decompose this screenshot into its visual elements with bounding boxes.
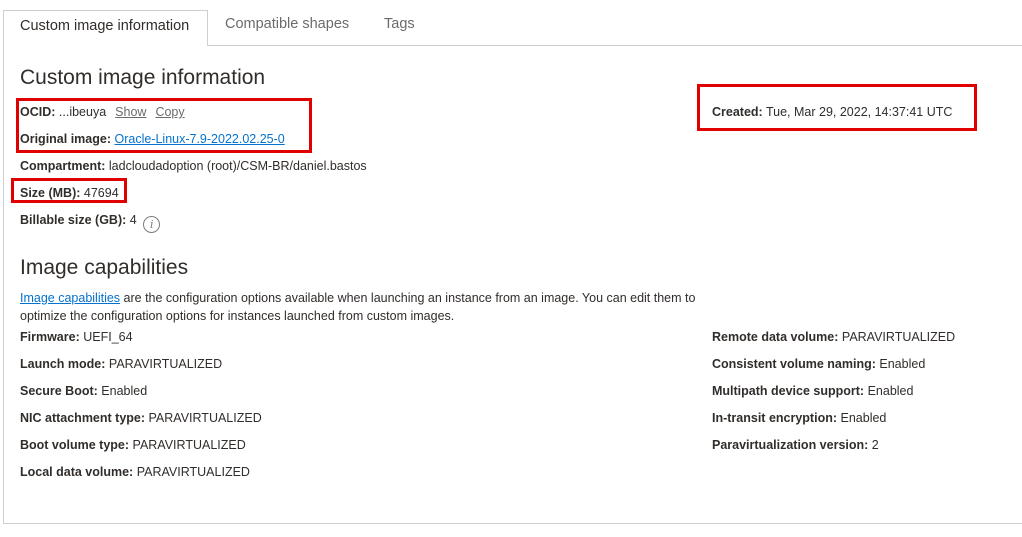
capability-secure-boot: Secure Boot: Enabled: [20, 383, 147, 399]
capability-label: In-transit encryption:: [712, 411, 838, 425]
tab-tags[interactable]: Tags: [384, 16, 415, 32]
capability-nic-attachment: NIC attachment type: PARAVIRTUALIZED: [20, 410, 262, 426]
capability-label: NIC attachment type:: [20, 411, 146, 425]
capability-value: PARAVIRTUALIZED: [136, 465, 250, 479]
billable-size-label: Billable size (GB):: [20, 213, 127, 227]
capability-value: Enabled: [101, 384, 148, 398]
capability-value: PARAVIRTUALIZED: [132, 438, 246, 452]
capability-consistent-volume-naming: Consistent volume naming: Enabled: [712, 356, 925, 372]
capabilities-description-text: are the configuration options available …: [20, 291, 696, 323]
panel-border-left: [3, 46, 4, 524]
capability-label: Local data volume:: [20, 465, 134, 479]
billable-size-value: 4: [129, 213, 137, 227]
capabilities-description: Image capabilities are the configuration…: [20, 289, 700, 325]
capability-value: UEFI_64: [83, 330, 133, 344]
capability-launch-mode: Launch mode: PARAVIRTUALIZED: [20, 356, 222, 372]
capability-value: PARAVIRTUALIZED: [148, 411, 262, 425]
panel-border-bottom: [3, 523, 1022, 524]
tab-compatible-shapes[interactable]: Compatible shapes: [225, 16, 349, 32]
capability-label: Multipath device support:: [712, 384, 865, 398]
capability-local-data-volume: Local data volume: PARAVIRTUALIZED: [20, 464, 250, 480]
billable-size-row: Billable size (GB): 4 i: [20, 212, 161, 233]
capability-label: Remote data volume:: [712, 330, 839, 344]
capability-label: Consistent volume naming:: [712, 357, 876, 371]
capability-label: Firmware:: [20, 330, 80, 344]
capability-value: Enabled: [879, 357, 926, 371]
capability-value: 2: [871, 438, 879, 452]
capability-label: Launch mode:: [20, 357, 106, 371]
image-capabilities-link[interactable]: Image capabilities: [20, 291, 120, 305]
capability-value: Enabled: [840, 411, 887, 425]
highlight-box-ocid-original-image: [16, 98, 312, 153]
highlight-box-size: [11, 178, 127, 203]
tab-bar: Custom image information Compatible shap…: [0, 0, 1022, 46]
tab-custom-image-information[interactable]: Custom image information: [3, 10, 208, 46]
capability-firmware: Firmware: UEFI_64: [20, 329, 133, 345]
capability-multipath: Multipath device support: Enabled: [712, 383, 913, 399]
capability-boot-volume: Boot volume type: PARAVIRTUALIZED: [20, 437, 246, 453]
capability-paravirtualization-version: Paravirtualization version: 2: [712, 437, 879, 453]
tab-divider: [207, 45, 1022, 46]
capability-label: Secure Boot:: [20, 384, 98, 398]
info-icon[interactable]: i: [143, 216, 161, 233]
compartment-row: Compartment: ladcloudadoption (root)/CSM…: [20, 158, 367, 174]
capabilities-heading: Image capabilities: [20, 256, 189, 279]
capability-label: Paravirtualization version:: [712, 438, 869, 452]
capability-label: Boot volume type:: [20, 438, 130, 452]
capability-in-transit-encryption: In-transit encryption: Enabled: [712, 410, 886, 426]
highlight-box-created: [697, 84, 977, 131]
capability-value: PARAVIRTUALIZED: [841, 330, 956, 344]
capability-value: PARAVIRTUALIZED: [108, 357, 223, 371]
capability-remote-data-volume: Remote data volume: PARAVIRTUALIZED: [712, 329, 955, 345]
compartment-label: Compartment:: [20, 159, 106, 173]
info-heading: Custom image information: [20, 66, 266, 89]
capability-value: Enabled: [867, 384, 914, 398]
compartment-value: ladcloudadoption (root)/CSM-BR/daniel.ba…: [108, 159, 367, 173]
